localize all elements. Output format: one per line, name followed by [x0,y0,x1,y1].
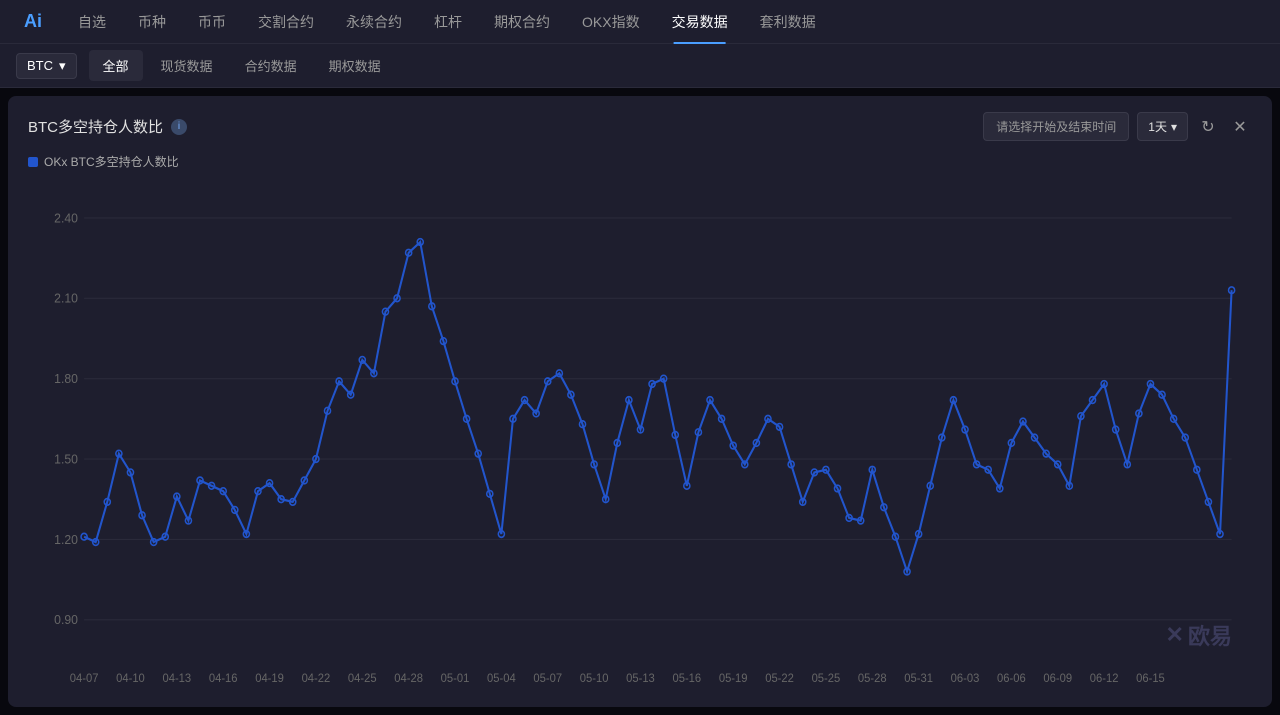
main-chart-svg: 0.90 1.20 1.50 1.80 2.10 2.40 04-07 04-10 04-13 0… [28,180,1252,691]
svg-text:04-22: 04-22 [302,672,331,686]
nav-item-leverage[interactable]: 杠杆 [418,0,478,44]
legend-label: OKx BTC多空持仓人数比 [44,153,179,170]
close-button[interactable]: ✕ [1228,115,1252,139]
coin-selector[interactable]: BTC ▾ [16,53,77,79]
nav-item-options[interactable]: 期权合约 [478,0,566,44]
top-nav: Ai 自选币种币币交割合约永续合约杠杆期权合约OKX指数交易数据套利数据 [0,0,1280,44]
period-chevron: ▾ [1171,120,1177,134]
chart-container: 0.90 1.20 1.50 1.80 2.10 2.40 04-07 04-10 04-13 0… [28,180,1252,691]
nav-item-arbitrage[interactable]: 套利数据 [744,0,832,44]
svg-text:05-31: 05-31 [904,672,933,686]
svg-text:06-12: 06-12 [1090,672,1119,686]
nav-item-coins[interactable]: 币种 [122,0,182,44]
svg-text:0.90: 0.90 [54,612,78,628]
main-content: BTC多空持仓人数比 合约 ⧉ BTC杠杆多空比 现货 ⧉ USDT 场外溢价 … [0,88,1280,715]
nav-item-perpetual[interactable]: 永续合约 [330,0,418,44]
svg-text:04-25: 04-25 [348,672,377,686]
svg-text:1.80: 1.80 [54,371,78,387]
svg-text:2.10: 2.10 [54,290,78,306]
sub-nav-item-spot-data[interactable]: 现货数据 [147,50,227,81]
svg-text:04-10: 04-10 [116,672,145,686]
svg-text:1.20: 1.20 [54,531,78,547]
modal-controls: 请选择开始及结束时间 1天 ▾ ↻ ✕ [983,112,1252,141]
svg-text:05-04: 05-04 [487,672,516,686]
svg-text:06-03: 06-03 [951,672,980,686]
modal-header: BTC多空持仓人数比 i 请选择开始及结束时间 1天 ▾ ↻ ✕ [28,112,1252,141]
modal-title-area: BTC多空持仓人数比 i [28,116,187,137]
nav-item-okx-index[interactable]: OKX指数 [566,0,656,44]
svg-text:04-16: 04-16 [209,672,238,686]
sub-nav-item-options-data[interactable]: 期权数据 [315,50,395,81]
svg-text:06-15: 06-15 [1136,672,1165,686]
svg-text:05-13: 05-13 [626,672,655,686]
nav-item-trading-data[interactable]: 交易数据 [656,0,744,44]
svg-text:04-28: 04-28 [394,672,423,686]
svg-text:05-19: 05-19 [719,672,748,686]
sub-nav: BTC ▾ 全部现货数据合约数据期权数据 [0,44,1280,88]
nav-item-watchlist[interactable]: 自选 [62,0,122,44]
sub-nav-item-contract-data[interactable]: 合约数据 [231,50,311,81]
refresh-button[interactable]: ↻ [1196,115,1220,139]
coin-selector-chevron: ▾ [59,58,66,74]
svg-text:2.40: 2.40 [54,210,78,226]
svg-text:05-28: 05-28 [858,672,887,686]
info-icon[interactable]: i [171,119,187,135]
svg-text:04-13: 04-13 [162,672,191,686]
period-value: 1天 [1148,118,1167,135]
svg-text:05-25: 05-25 [812,672,841,686]
coin-selector-value: BTC [27,58,53,73]
svg-text:06-06: 06-06 [997,672,1026,686]
sub-nav-item-all[interactable]: 全部 [89,50,143,81]
svg-text:04-07: 04-07 [70,672,99,686]
svg-text:06-09: 06-09 [1043,672,1072,686]
svg-text:05-16: 05-16 [672,672,701,686]
svg-text:1.50: 1.50 [54,451,78,467]
svg-text:05-10: 05-10 [580,672,609,686]
nav-item-delivery[interactable]: 交割合约 [242,0,330,44]
date-picker-button[interactable]: 请选择开始及结束时间 [983,112,1129,141]
legend-dot [28,157,38,167]
app-logo: Ai [16,11,50,32]
period-select[interactable]: 1天 ▾ [1137,112,1188,141]
svg-text:05-01: 05-01 [441,672,470,686]
svg-text:05-22: 05-22 [765,672,794,686]
chart-modal: BTC多空持仓人数比 i 请选择开始及结束时间 1天 ▾ ↻ ✕ OKx BTC… [8,96,1272,707]
svg-text:04-19: 04-19 [255,672,284,686]
chart-legend: OKx BTC多空持仓人数比 [28,153,1252,170]
svg-text:05-07: 05-07 [533,672,562,686]
nav-item-currency[interactable]: 币币 [182,0,242,44]
modal-title: BTC多空持仓人数比 [28,116,163,137]
